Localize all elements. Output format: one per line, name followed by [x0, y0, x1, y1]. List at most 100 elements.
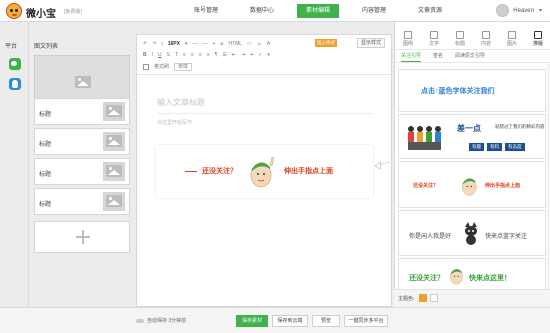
nav-data-center[interactable]: 数据中心: [241, 4, 283, 18]
list-item-title: 标题: [39, 202, 52, 208]
tab-label: 排版: [532, 41, 543, 47]
paragraph-icon[interactable]: ¶: [215, 52, 218, 58]
subtab-signature[interactable]: 签名: [433, 51, 443, 62]
theme-swatch-orange[interactable]: [419, 294, 427, 302]
list-item[interactable]: 标题: [34, 98, 130, 125]
align-left-icon[interactable]: ≡: [183, 52, 186, 58]
tab-legend[interactable]: 图例: [395, 30, 421, 49]
list-item[interactable]: 标题: [34, 128, 130, 155]
template-card[interactable]: 点击↑蓝色字体关注我们: [398, 69, 546, 112]
user-menu[interactable]: Heaven ▾: [496, 4, 542, 17]
clear-format-icon[interactable]: ⌖: [250, 52, 253, 58]
check-icon[interactable]: ✓: [258, 52, 262, 58]
align-center-icon[interactable]: ≡: [191, 52, 194, 58]
nav-content[interactable]: 内容管理: [353, 4, 395, 18]
content-icon: [482, 31, 490, 39]
image-icon: [508, 31, 516, 39]
template-subtext: 快来点这里！: [469, 275, 511, 282]
template-text: 点击↑蓝色字体关注我们: [421, 88, 495, 95]
tag: 有料: [487, 143, 502, 151]
mascot-icon: [450, 269, 463, 285]
top-nav: 账号管理 数据中心 素材编辑 内容管理 文章资源: [185, 0, 465, 22]
template-card[interactable]: 你是闲人我是好 快来点蓝字关注: [398, 210, 546, 256]
autosave-toggle[interactable]: [136, 318, 144, 323]
list-item-title: 标题: [39, 112, 52, 118]
chevron-down-icon[interactable]: ▾: [267, 52, 270, 58]
link-icon[interactable]: ⌀: [220, 41, 223, 47]
save-to-cloud-button[interactable]: 保存到云端: [272, 315, 308, 327]
chevron-down-icon[interactable]: ▾: [539, 7, 542, 14]
format-brush-label[interactable]: 格式刷: [154, 63, 169, 70]
chevron-down-icon[interactable]: ▾: [185, 41, 188, 47]
autosave-label: 自动保存 3分钟前: [147, 318, 187, 324]
template-text: 你是闲人我是好: [409, 234, 452, 240]
toolbar-divider: |: [161, 40, 163, 47]
text-icon[interactable]: T: [175, 52, 178, 58]
title-input[interactable]: 输入文章标题: [157, 97, 205, 108]
sync-platforms-button[interactable]: 一键同步多平台: [344, 315, 388, 327]
template-text: 还没关注？: [409, 275, 444, 282]
strikethrough-icon[interactable]: S: [167, 52, 170, 58]
logo-icon: [6, 3, 22, 19]
letter-spacing-icon[interactable]: —: [202, 41, 207, 47]
platform-column: 平台: [0, 22, 29, 307]
list-item-title: 标题: [39, 172, 52, 178]
template-tags: 有趣 有料 有态度: [469, 143, 525, 151]
content-input[interactable]: 点这里开始写作: [157, 119, 192, 126]
list-icon[interactable]: ☰: [222, 52, 226, 58]
wechat-icon[interactable]: [9, 58, 21, 70]
undo-icon[interactable]: ↶: [143, 41, 147, 47]
plus-icon[interactable]: +: [212, 41, 215, 47]
html-button[interactable]: HTML: [228, 41, 242, 47]
template-card[interactable]: 还没关注？ 伸出手指点上面: [398, 161, 546, 208]
list-item-title: 标题: [39, 142, 52, 148]
template-preview-banner[interactable]: 还没关注？ 伸出手指点上面: [156, 145, 373, 198]
nav-material-edit[interactable]: 素材编辑: [297, 4, 339, 18]
mascot-icon: [250, 156, 275, 188]
format-brush-icon[interactable]: [143, 63, 149, 70]
emoji-icon[interactable]: ☺: [257, 41, 262, 47]
tab-title[interactable]: 标题: [447, 30, 473, 49]
italic-icon[interactable]: I: [152, 52, 153, 58]
outdent-icon[interactable]: ⇤: [232, 52, 236, 58]
show-style-button[interactable]: 显示样式: [357, 38, 385, 48]
font-color-icon[interactable]: A: [267, 41, 270, 47]
save-material-button[interactable]: 保存素材: [236, 315, 268, 327]
underline-icon[interactable]: U: [158, 52, 162, 58]
autosave-status[interactable]: 自动保存 3分钟前: [136, 317, 186, 324]
cat-icon: [465, 222, 477, 245]
list-item[interactable]: 标题: [34, 158, 130, 185]
subtab-read-original[interactable]: 阅读原文引导: [455, 51, 485, 62]
tab-content[interactable]: 内容: [473, 30, 499, 49]
line-height-icon[interactable]: —: [192, 41, 197, 47]
font-family-select[interactable]: 宋体: [174, 62, 193, 71]
nav-article-resources[interactable]: 文章资源: [409, 4, 451, 18]
text-icon: [430, 31, 438, 39]
list-item-thumb: [103, 132, 125, 151]
template-card[interactable]: 差一点 就错过了我们的精彩内容 有趣 有料 有态度: [398, 114, 546, 159]
tab-text[interactable]: 文字: [421, 30, 447, 49]
preview-button[interactable]: 预览: [312, 315, 340, 327]
theme-color-bar: 主题色:: [394, 289, 550, 307]
image-icon[interactable]: ▭: [247, 41, 252, 47]
qq-icon[interactable]: [9, 78, 21, 90]
style-subtabs: 关注引导 签名 阅读原文引导: [395, 51, 550, 63]
tab-layout[interactable]: 排版: [525, 30, 550, 49]
indent-icon[interactable]: ⇥: [241, 52, 245, 58]
subtab-follow-guide[interactable]: 关注引导: [401, 51, 422, 62]
banner-text-left: 还没关注？: [202, 168, 237, 175]
list-item[interactable]: 标题: [34, 188, 130, 215]
template-subtext: 伸出手指点上面: [485, 183, 521, 189]
tab-image[interactable]: 图片: [499, 30, 525, 49]
align-right-icon[interactable]: ≡: [199, 52, 202, 58]
redo-icon[interactable]: ↷: [152, 41, 156, 47]
font-size-select[interactable]: 16PX: [168, 41, 180, 47]
bold-icon[interactable]: B: [143, 52, 147, 58]
align-justify-icon[interactable]: ≡: [207, 52, 210, 58]
add-article-button[interactable]: [34, 221, 130, 253]
nav-account[interactable]: 账号管理: [185, 4, 227, 18]
username[interactable]: Heaven: [513, 8, 534, 14]
theme-swatch-white[interactable]: [430, 294, 438, 302]
avatar[interactable]: [496, 4, 510, 17]
insert-style-button[interactable]: 插入样式: [315, 39, 337, 47]
